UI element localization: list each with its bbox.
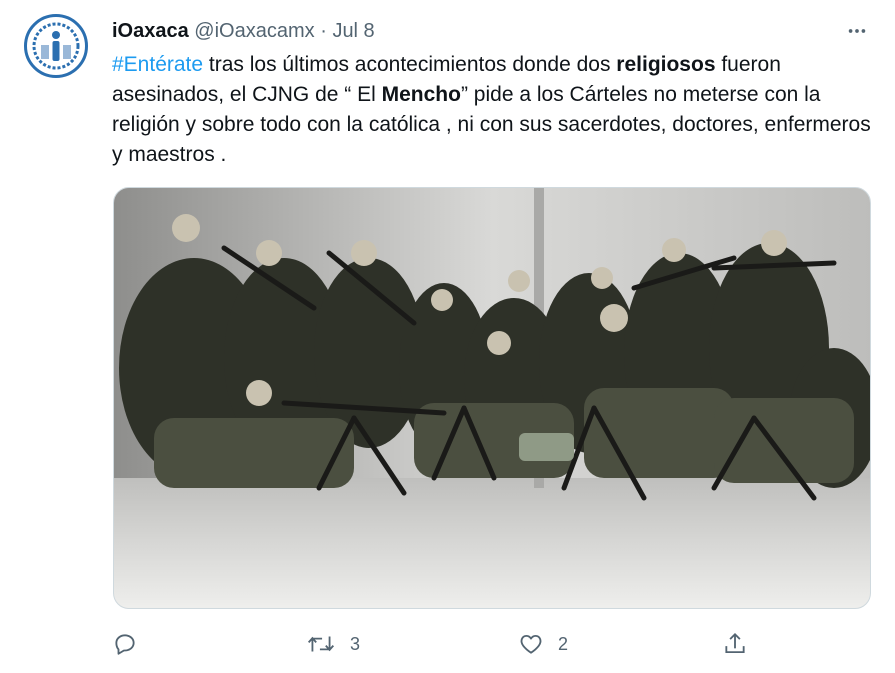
more-icon: [848, 29, 866, 33]
tweet-text-bold: Mencho: [381, 83, 461, 106]
hashtag-link[interactable]: #Entérate: [112, 53, 203, 76]
media-photo: [114, 188, 870, 608]
header-separator: ·: [320, 20, 327, 42]
share-icon: [725, 632, 745, 654]
ioaxaca-logo: [29, 19, 83, 73]
author-name[interactable]: iOaxaca: [112, 20, 189, 42]
like-icon: [520, 634, 542, 654]
tweet-text-bold: religiosos: [616, 53, 716, 76]
tweet-media-image[interactable]: [113, 187, 871, 609]
tweet-header: iOaxaca @iOaxacamx · Jul 8: [112, 18, 375, 44]
tweet-text: #Entérate tras los últimos acontecimient…: [112, 50, 872, 170]
share-button[interactable]: [722, 626, 748, 662]
like-button[interactable]: 2: [518, 626, 568, 662]
avatar[interactable]: [24, 14, 88, 78]
retweet-button[interactable]: 3: [306, 626, 360, 662]
tweet-date[interactable]: Jul 8: [332, 20, 374, 42]
tweet-text-part: tras los últimos acontecimientos donde d…: [203, 53, 617, 76]
more-button[interactable]: [842, 16, 872, 46]
tweet-actions: 3 2: [112, 626, 762, 662]
like-count: 2: [558, 633, 569, 654]
author-handle[interactable]: @iOaxacamx: [194, 20, 314, 42]
reply-button[interactable]: [112, 626, 152, 662]
retweet-icon: [307, 636, 335, 652]
reply-icon: [115, 634, 135, 655]
retweet-count: 3: [350, 633, 361, 654]
tweet[interactable]: iOaxaca @iOaxacamx · Jul 8 #Entérate tra…: [0, 0, 895, 673]
